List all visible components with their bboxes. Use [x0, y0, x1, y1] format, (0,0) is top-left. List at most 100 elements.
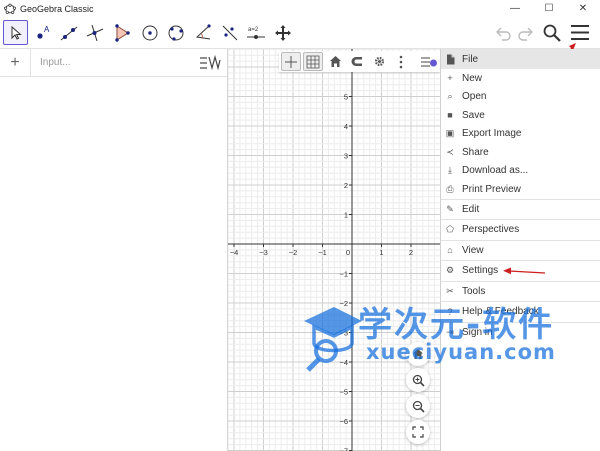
- zoom-out-icon: [412, 400, 425, 413]
- gear-icon: ⚙: [445, 265, 455, 276]
- home-icon: ⌂: [447, 245, 453, 256]
- move-tool-button[interactable]: [3, 20, 28, 45]
- more-options-button[interactable]: [391, 52, 411, 71]
- y-tick-label: −1: [339, 270, 348, 279]
- add-input-button[interactable]: +: [0, 48, 31, 77]
- menu-item-print-preview[interactable]: ⎙ Print Preview: [441, 180, 600, 199]
- menu-item-new[interactable]: + New: [441, 69, 600, 88]
- algebra-sort-icon[interactable]: [199, 54, 221, 72]
- x-tick-label: −4: [230, 248, 239, 257]
- menu-item-label: View: [462, 244, 484, 256]
- menu-item-label: Download as...: [462, 165, 529, 177]
- polygon-tool-button[interactable]: [109, 20, 134, 45]
- help-icon: ?: [447, 306, 453, 317]
- home-icon: [413, 349, 423, 359]
- y-tick-label: 1: [344, 211, 348, 220]
- menu-item-perspectives[interactable]: ⬠ Perspectives: [441, 219, 600, 240]
- circle-center-tool-button[interactable]: [137, 20, 162, 45]
- move-graphics-view-tool-button[interactable]: [270, 20, 295, 45]
- algebra-input-field[interactable]: Input...: [40, 57, 71, 68]
- menu-item-label: New: [462, 72, 483, 84]
- title-bar: GeoGebra Classic — ☐ ✕: [0, 0, 600, 17]
- file-icon: [445, 54, 455, 64]
- settings-annotation-arrow-icon: [503, 267, 546, 275]
- menu-item-save[interactable]: ■ Save: [441, 106, 600, 125]
- style-bar-toggle-button[interactable]: [419, 52, 439, 71]
- toggle-axes-button[interactable]: [281, 52, 301, 71]
- menu-item-edit[interactable]: ✎ Edit: [441, 198, 600, 220]
- reflect-tool-button[interactable]: [217, 20, 242, 45]
- tools-icon: ✂: [446, 285, 454, 296]
- algebra-view: + Input...: [0, 48, 228, 451]
- home-icon: [329, 56, 341, 67]
- menu-item-label: Open: [462, 91, 487, 103]
- search-icon: ⌕: [447, 91, 453, 102]
- standard-view-button[interactable]: [325, 52, 345, 71]
- graphics-style-bar: [279, 51, 440, 72]
- menu-item-label: Perspectives: [462, 224, 520, 236]
- zoom-in-icon: [412, 374, 425, 387]
- menu-item-view[interactable]: ⌂ View: [441, 239, 600, 261]
- menu-item-open[interactable]: ⌕ Open: [441, 88, 600, 107]
- angle-tool-button[interactable]: [190, 20, 215, 45]
- menu-item-label: Save: [462, 109, 485, 121]
- tool-bar: A a=2: [0, 17, 600, 49]
- reflect-icon: [222, 25, 237, 40]
- menu-item-download-as[interactable]: ⤓ Download as...: [441, 162, 600, 181]
- menu-item-label: Share: [462, 146, 489, 158]
- search-icon[interactable]: [542, 23, 562, 43]
- menu-item-label: Print Preview: [462, 183, 521, 195]
- menu-item-sign-in[interactable]: ⇥ Sign in: [441, 321, 600, 343]
- magnet-icon: [351, 57, 362, 66]
- y-tick-label: −5: [339, 388, 348, 397]
- sign-in-icon: ⇥: [446, 326, 454, 337]
- file-submenu: + New ⌕ Open ■ Save ▣ Export Image ≺ Share ⤓ Downlo…: [441, 69, 600, 199]
- svg-text:a=2: a=2: [248, 27, 259, 33]
- pentagon-icon: ⬠: [446, 224, 454, 235]
- toggle-grid-button[interactable]: [303, 52, 323, 71]
- zoom-out-button[interactable]: [406, 394, 430, 418]
- home-view-button[interactable]: [406, 342, 430, 366]
- save-icon: ■: [447, 110, 453, 121]
- redo-icon[interactable]: [517, 24, 535, 42]
- move-view-icon: [274, 24, 291, 41]
- circle-center-icon: [142, 25, 157, 40]
- menu-item-share[interactable]: ≺ Share: [441, 143, 600, 162]
- circle-three-points-tool-button[interactable]: [163, 20, 188, 45]
- y-tick-label: 5: [344, 93, 348, 102]
- y-tick-label: −6: [339, 417, 348, 426]
- circle-three-points-icon: [168, 25, 183, 41]
- menu-item-help-feedback[interactable]: ? Help & Feedback: [441, 301, 600, 322]
- close-button[interactable]: ✕: [566, 0, 600, 17]
- point-tool-button[interactable]: A: [30, 20, 55, 45]
- download-icon: ⤓: [448, 165, 452, 176]
- graphics-view[interactable]: −4 −3 −2 −1 0 1 2 5 4 3 2 1 −1 −2 −3 −4 −5 −6 −7: [228, 49, 440, 451]
- angle-icon: [195, 23, 211, 39]
- style-bar-icon: [421, 56, 437, 67]
- grid-icon: [306, 55, 320, 68]
- perpendicular-line-tool-button[interactable]: [82, 20, 107, 45]
- pencil-icon: ✎: [446, 203, 454, 214]
- menu-item-export-image[interactable]: ▣ Export Image: [441, 125, 600, 144]
- fullscreen-button[interactable]: [406, 420, 430, 444]
- algebra-input-row[interactable]: + Input...: [0, 48, 227, 77]
- zoom-in-button[interactable]: [406, 368, 430, 392]
- menu-item-label: Sign in: [462, 326, 493, 338]
- cursor-arrow-icon: [11, 25, 22, 40]
- image-icon: ▣: [445, 128, 455, 139]
- hamburger-menu-icon[interactable]: [570, 24, 590, 41]
- menu-file-header[interactable]: File: [441, 49, 600, 69]
- menu-item-label: Help & Feedback: [462, 306, 539, 318]
- graphics-settings-button[interactable]: [369, 52, 389, 71]
- slider-tool-button[interactable]: a=2: [243, 20, 268, 45]
- window-controls: — ☐ ✕: [498, 0, 600, 17]
- line-tool-button[interactable]: [56, 20, 81, 45]
- maximize-button[interactable]: ☐: [532, 0, 566, 17]
- point-capturing-button[interactable]: [347, 52, 367, 71]
- y-tick-label: −7: [339, 447, 348, 451]
- y-tick-label: 3: [344, 152, 348, 161]
- minimize-button[interactable]: —: [498, 0, 532, 17]
- undo-icon[interactable]: [494, 24, 512, 42]
- menu-item-tools[interactable]: ✂ Tools: [441, 280, 600, 302]
- coordinate-grid: −4 −3 −2 −1 0 1 2 5 4 3 2 1 −1 −2 −3 −4 −5 −6 −7: [228, 49, 440, 451]
